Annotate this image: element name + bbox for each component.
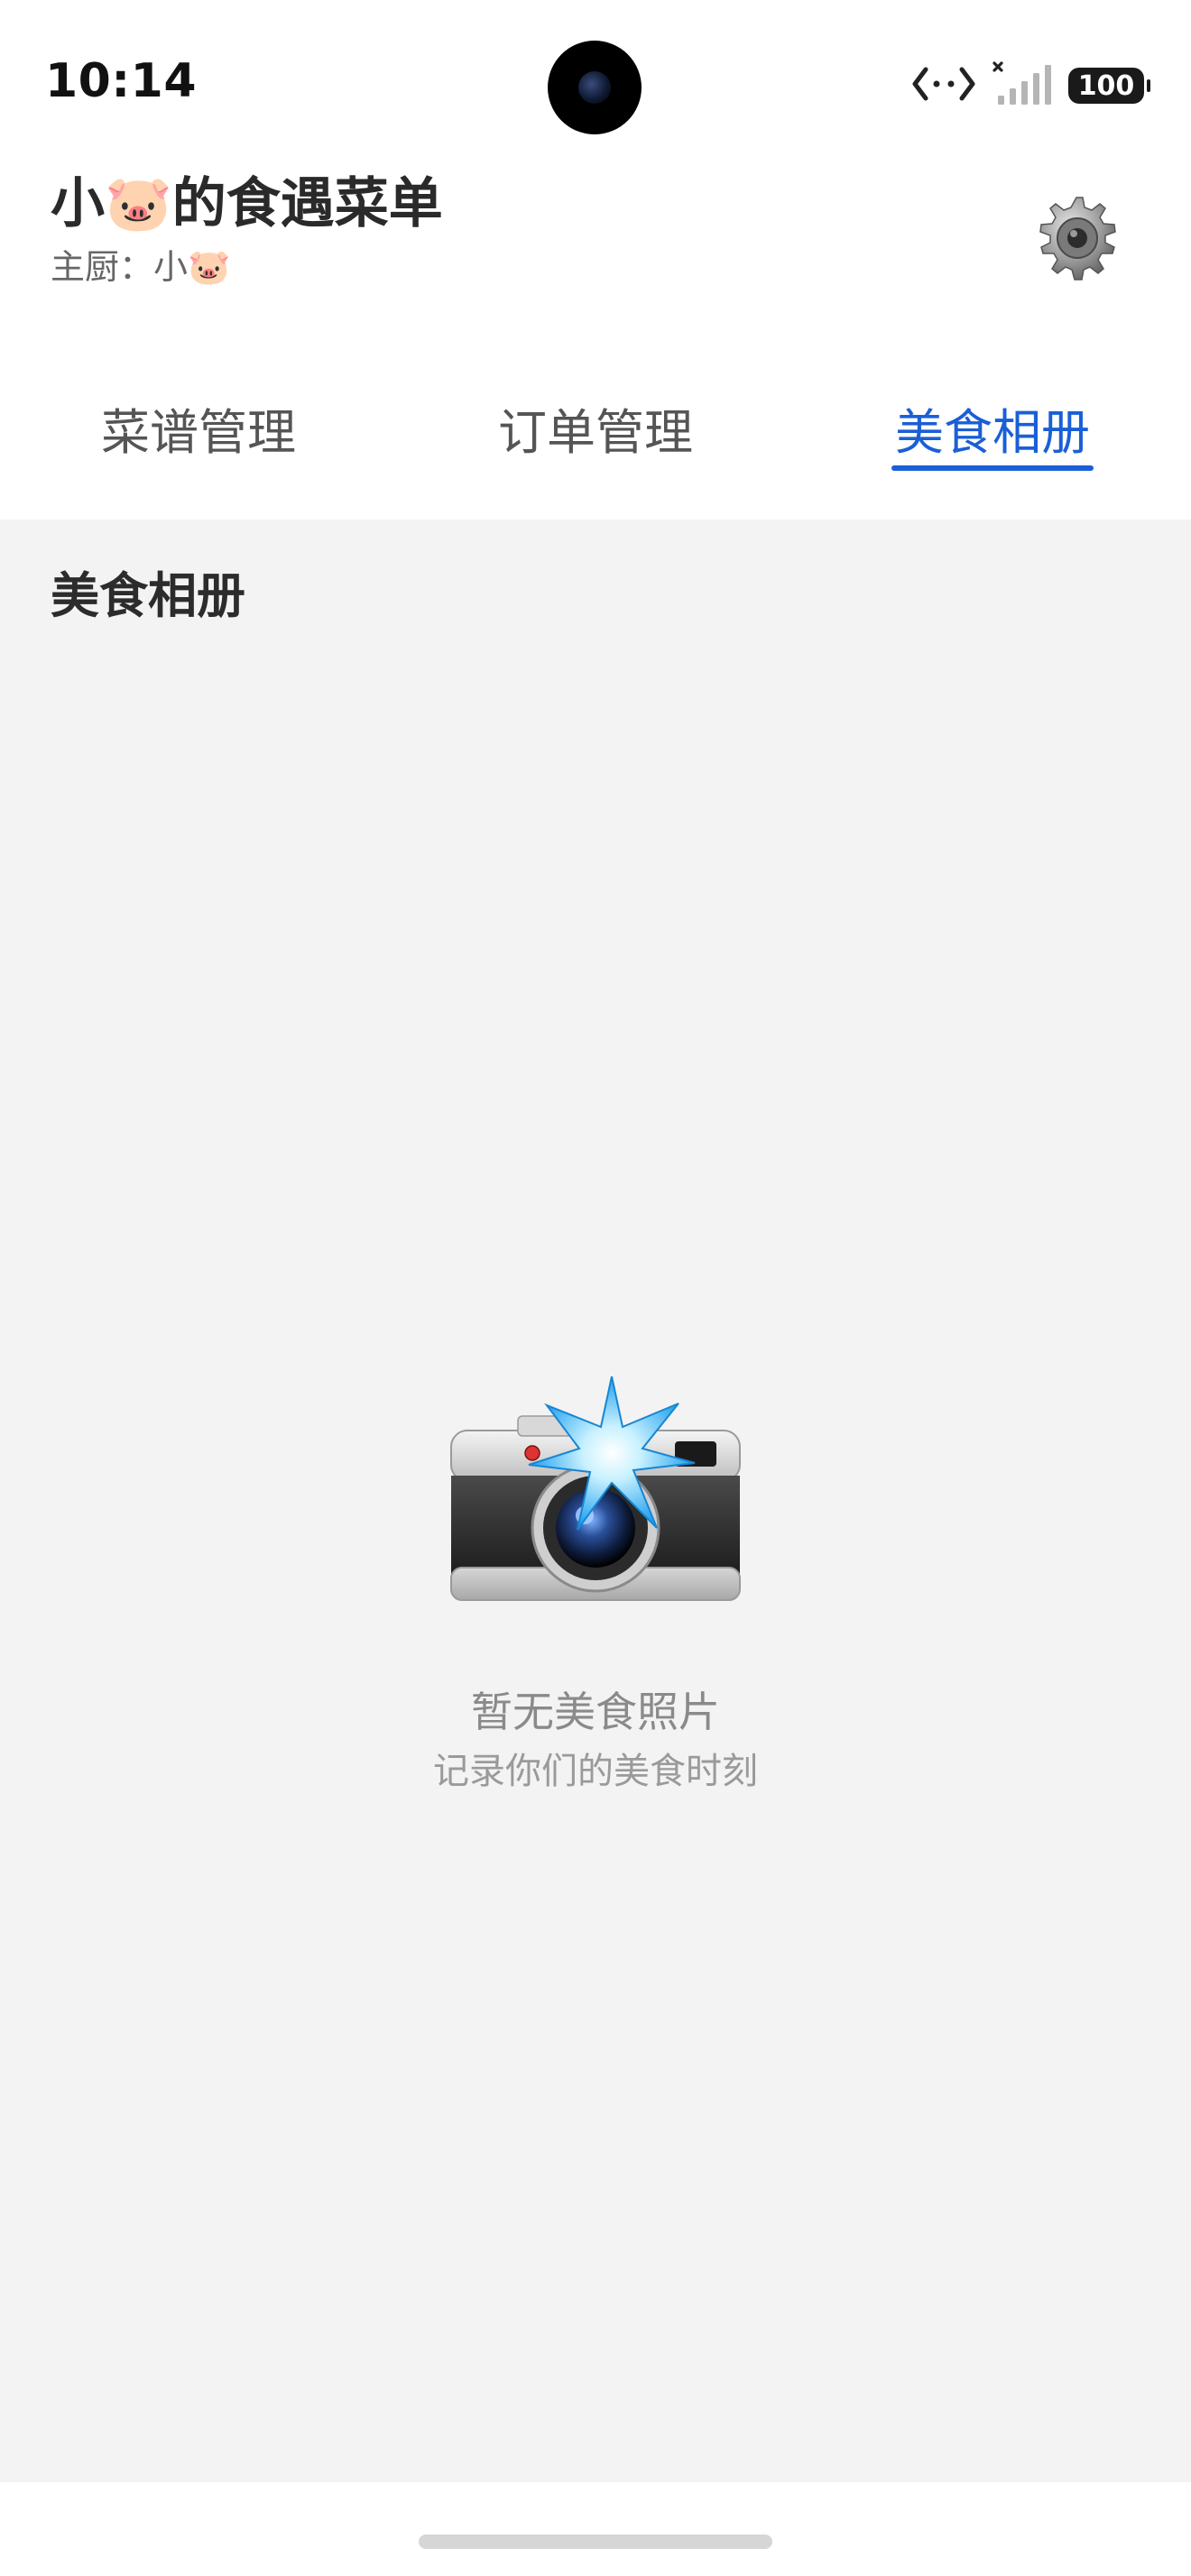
status-bar: 10:14 100 xyxy=(0,0,1191,171)
status-time: 10:14 xyxy=(45,54,198,108)
section-title: 美食相册 xyxy=(51,567,245,624)
camera-lens xyxy=(578,71,611,104)
tab-recipe-management[interactable]: 菜谱管理 xyxy=(0,397,397,469)
app-header: 小🐷的食遇菜单 主厨：小🐷 xyxy=(0,171,1191,316)
chef-label: 主厨：小🐷 xyxy=(51,247,231,287)
settings-button[interactable] xyxy=(1027,189,1126,289)
tab-bar: 菜谱管理 订单管理 美食相册 xyxy=(0,361,1191,520)
app-screen: 10:14 100 小🐷的食遇菜单 主厨：小🐷 菜谱管理 订单管理 美食相册 美… xyxy=(0,0,1191,2576)
status-icons: 100 xyxy=(911,61,1150,110)
camera-flash-icon xyxy=(0,1376,1191,1611)
album-content: 美食相册 暂无美食照片 记录你们的美食时刻 xyxy=(0,520,1191,2482)
tab-food-album[interactable]: 美食相册 xyxy=(794,397,1191,469)
empty-state: 暂无美食照片 记录你们的美食时刻 xyxy=(0,1376,1191,1797)
bottom-bar xyxy=(0,2482,1191,2576)
home-indicator[interactable] xyxy=(419,2535,772,2549)
active-tab-underline xyxy=(891,465,1094,471)
empty-subtitle: 记录你们的美食时刻 xyxy=(433,1751,758,1792)
gear-icon xyxy=(1031,192,1122,286)
signal-strength-icon xyxy=(992,61,1052,110)
tab-order-management[interactable]: 订单管理 xyxy=(397,397,794,469)
data-transfer-icon xyxy=(911,64,976,107)
empty-title: 暂无美食照片 xyxy=(471,1688,720,1736)
front-camera xyxy=(548,41,642,134)
battery-indicator: 100 xyxy=(1068,68,1150,104)
app-title: 小🐷的食遇菜单 xyxy=(51,172,443,235)
